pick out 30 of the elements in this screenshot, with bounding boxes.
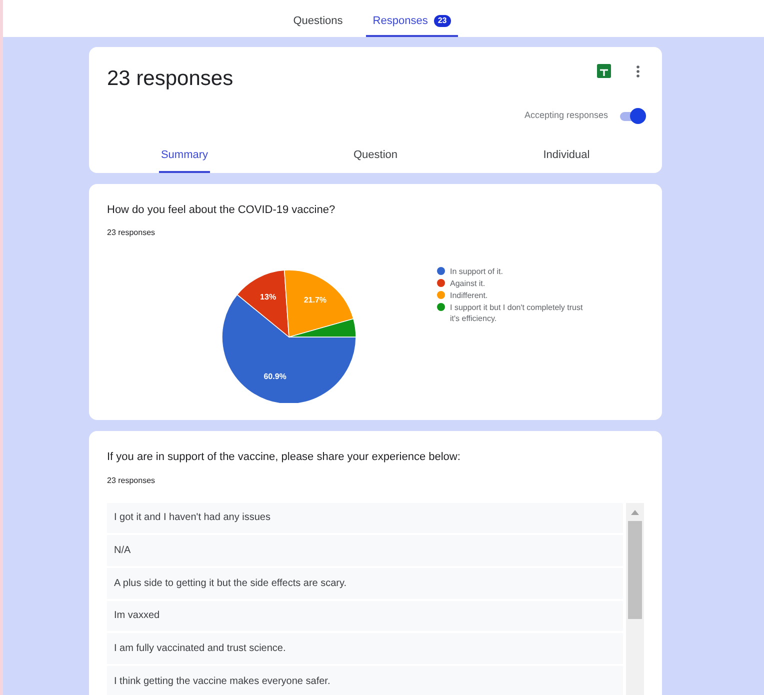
accepting-toggle[interactable] (620, 108, 646, 124)
slice-label: 60.9% (264, 372, 286, 381)
top-tab[interactable]: Questions (286, 12, 350, 37)
answer-row: I am fully vaccinated and trust science. (107, 633, 624, 664)
legend-label: Against it. (450, 278, 486, 288)
spreadsheet-icon[interactable] (597, 64, 611, 78)
legend-label: I support it but I don't completely trust it's efficiency. (450, 302, 584, 324)
scrollbar[interactable] (626, 502, 644, 695)
response-count: 23 responses (107, 226, 156, 238)
answer-row: N/A (107, 535, 624, 566)
scrollbar-thumb[interactable] (628, 520, 642, 618)
view-tab[interactable]: Individual (541, 146, 592, 173)
legend-label: Indifferent. (450, 290, 488, 300)
answer-row: I got it and I haven't had any issues (107, 502, 624, 534)
view-tab[interactable]: Question (351, 146, 400, 173)
question-title: If you are in support of the vaccine, please share your experience below: (107, 450, 462, 465)
legend-label: In support of it. (450, 266, 503, 276)
answer-row: A plus side to getting it but the side effects are scary. (107, 568, 624, 599)
responses-title: 23 responses (107, 66, 234, 92)
response-count: 23 responses (107, 474, 156, 486)
more-options-icon[interactable] (636, 65, 640, 78)
question-title: How do you feel about the COVID-19 vaccine? (107, 203, 336, 218)
count-badge: 23 (434, 14, 451, 27)
top-tab[interactable]: Responses 23 (366, 12, 458, 37)
slice-label: 21.7% (304, 295, 327, 304)
answer-row: Im vaxxed (107, 600, 624, 632)
slice-label: 13% (260, 292, 276, 302)
view-tab[interactable]: Summary (158, 146, 210, 173)
accepting-responses-label: Accepting responses (524, 109, 608, 122)
answer-row: I think getting the vaccine makes everyone safer. (107, 666, 624, 695)
